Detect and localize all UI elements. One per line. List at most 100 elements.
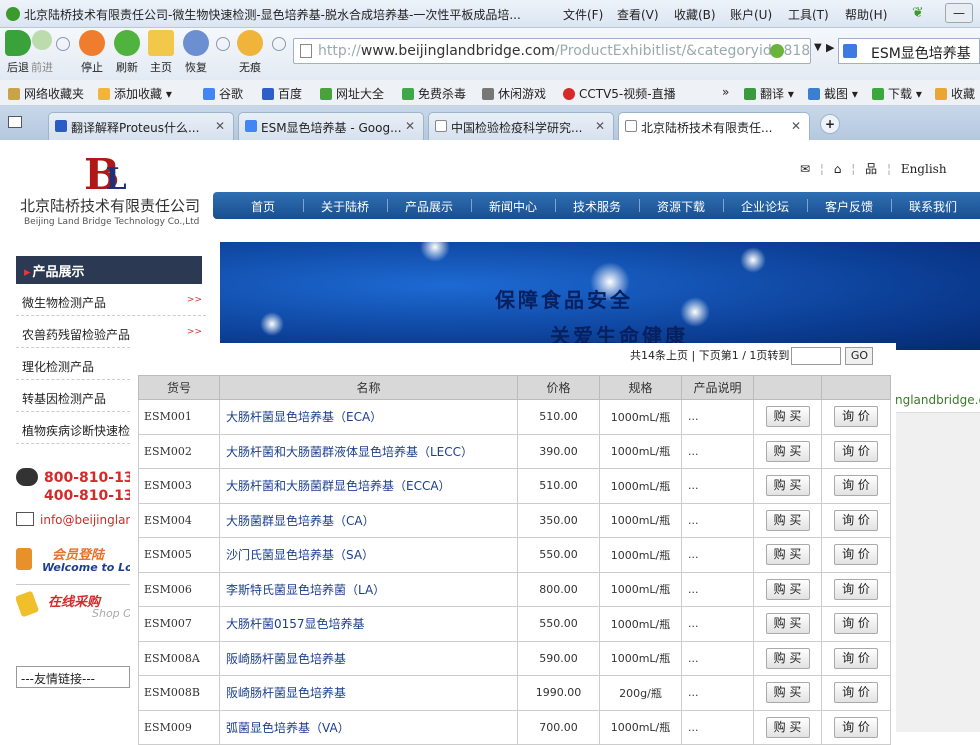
menu-help[interactable]: 帮助(H) <box>845 6 887 23</box>
search-box[interactable]: ESM显色培养基 <box>838 38 980 64</box>
menu-favorites[interactable]: 收藏(B) <box>674 6 716 23</box>
security-shield-icon[interactable] <box>770 44 784 58</box>
nav-contact[interactable]: 联系我们 <box>909 198 957 215</box>
bookmark-item[interactable]: 休闲游戏 <box>482 85 546 102</box>
product-name-link[interactable]: 弧菌显色培养基（VA） <box>219 709 518 745</box>
inquire-button[interactable]: 询 价 <box>834 682 878 704</box>
product-name-link[interactable]: 大肠杆菌和大肠菌群液体显色培养基（LECC） <box>219 433 518 469</box>
online-purchase[interactable]: 在线采购 Shop O <box>16 584 130 624</box>
friend-links-select[interactable]: ---友情链接--- <box>16 666 130 688</box>
inquire-button[interactable]: 询 价 <box>834 475 878 497</box>
skin-icon[interactable]: ❦ <box>912 5 932 21</box>
product-name-link[interactable]: 大肠杆菌0157显色培养基 <box>219 606 518 642</box>
tab-menu-icon[interactable] <box>8 116 22 128</box>
url-dropdown-icon[interactable]: ▼ <box>814 42 822 53</box>
buy-button[interactable]: 购 买 <box>765 682 810 704</box>
minimize-button[interactable]: — <box>945 3 973 23</box>
email-line[interactable]: info@beijinglan <box>16 512 130 527</box>
product-name-link[interactable]: 沙门氏菌显色培养基（SA） <box>219 537 518 573</box>
menu-file[interactable]: 文件(F) <box>563 6 603 23</box>
address-bar[interactable]: http://www.beijinglandbridge.com/Product… <box>293 38 811 64</box>
tab-google-search[interactable]: ESM显色培养基 - Goog... ✕ <box>238 112 424 140</box>
bookmark-item[interactable]: 网络收藏夹 <box>8 85 84 102</box>
stop-button[interactable]: 停止 <box>74 30 110 75</box>
bookmark-item[interactable]: 网址大全 <box>320 85 384 102</box>
nav-feedback[interactable]: 客户反馈 <box>825 198 873 215</box>
tab-proteus[interactable]: 翻译解释Proteus什么... ✕ <box>48 112 234 140</box>
buy-button[interactable]: 购 买 <box>765 475 810 497</box>
product-desc: ... <box>681 537 754 573</box>
bookmark-item[interactable]: 添加收藏 ▾ <box>98 85 172 102</box>
more-bookmarks-icon[interactable]: » <box>722 85 729 99</box>
member-login[interactable]: 会员登陆Welcome to Login <box>16 544 130 576</box>
download-tool[interactable]: 下载 ▾ <box>872 85 922 102</box>
close-tab-icon[interactable]: ✕ <box>405 119 415 133</box>
nav-downloads[interactable]: 资源下载 <box>657 198 705 215</box>
nav-home[interactable]: 首页 <box>251 198 275 215</box>
product-name-link[interactable]: 阪崎肠杆菌显色培养基 <box>219 640 518 676</box>
company-logo[interactable]: BL <box>84 150 127 199</box>
product-spec: 1000mL/瓶 <box>599 640 682 676</box>
mail-icon[interactable]: ✉ <box>800 162 810 176</box>
inquire-button[interactable]: 询 价 <box>834 440 878 462</box>
home-button[interactable]: 主页 <box>143 30 179 75</box>
menu-view[interactable]: 查看(V) <box>617 6 659 23</box>
go-button[interactable]: GO <box>845 347 874 365</box>
inquire-button[interactable]: 询 价 <box>834 578 878 600</box>
inquire-button[interactable]: 询 价 <box>834 406 878 428</box>
product-name-link[interactable]: 大肠杆菌和大肠菌群显色培养基（ECCA） <box>219 468 518 504</box>
menu-tools[interactable]: 工具(T) <box>788 6 829 23</box>
close-tab-icon[interactable]: ✕ <box>791 119 801 133</box>
incognito-button[interactable]: 无痕 <box>232 30 268 75</box>
incognito-dropdown-icon[interactable] <box>272 37 286 51</box>
bookmark-item[interactable]: 免费杀毒 <box>402 85 466 102</box>
screenshot-tool[interactable]: 截图 ▾ <box>808 85 858 102</box>
page-number-input[interactable] <box>791 347 842 365</box>
inquire-button[interactable]: 询 价 <box>834 613 878 635</box>
forward-button[interactable]: 前进 <box>24 30 60 75</box>
product-price: 390.00 <box>517 433 600 469</box>
buy-button[interactable]: 购 买 <box>765 647 810 669</box>
product-name-link[interactable]: 李斯特氏菌显色培养菌（LA） <box>219 571 518 607</box>
nav-tech-service[interactable]: 技术服务 <box>573 198 621 215</box>
inquire-button[interactable]: 询 价 <box>834 509 878 531</box>
close-tab-icon[interactable]: ✕ <box>215 119 225 133</box>
buy-button[interactable]: 购 买 <box>765 440 810 462</box>
product-name-link[interactable]: 大肠杆菌显色培养基（ECA） <box>219 399 518 435</box>
nav-products[interactable]: 产品展示 <box>405 198 453 215</box>
buy-button[interactable]: 购 买 <box>765 544 810 566</box>
product-name-link[interactable]: 阪崎肠杆菌显色培养基 <box>219 675 518 711</box>
product-price: 800.00 <box>517 571 600 607</box>
menu-account[interactable]: 账户(U) <box>730 6 772 23</box>
nav-news[interactable]: 新闻中心 <box>489 198 537 215</box>
favorites-tool[interactable]: 收藏 <box>935 85 975 102</box>
new-tab-icon[interactable]: + <box>820 114 840 134</box>
bookmark-item[interactable]: 百度 <box>262 85 302 102</box>
scissors-icon <box>808 88 820 100</box>
tab-inspection-institute[interactable]: 中国检验检疫科学研究... ✕ <box>428 112 614 140</box>
close-tab-icon[interactable]: ✕ <box>595 119 605 133</box>
home-icon[interactable]: ⌂ <box>834 162 842 176</box>
history-dropdown-icon[interactable] <box>56 37 70 51</box>
sitemap-icon[interactable]: 品 <box>865 162 877 176</box>
tab-landbridge[interactable]: 北京陆桥技术有限责任... ✕ <box>618 112 810 140</box>
buy-button[interactable]: 购 买 <box>765 406 810 428</box>
translate-tool[interactable]: 翻译 ▾ <box>744 85 794 102</box>
nav-about[interactable]: 关于陆桥 <box>321 198 369 215</box>
nav-forum[interactable]: 企业论坛 <box>741 198 789 215</box>
bookmark-item[interactable]: CCTV5-视频-直播 <box>563 85 676 102</box>
restore-button[interactable]: 恢复 <box>178 30 214 75</box>
product-name-link[interactable]: 大肠菌群显色培养基（CA） <box>219 502 518 538</box>
inquire-button[interactable]: 询 价 <box>834 647 878 669</box>
buy-button[interactable]: 购 买 <box>765 509 810 531</box>
english-link[interactable]: English <box>901 162 947 176</box>
refresh-button[interactable]: 刷新 <box>109 30 145 75</box>
buy-button[interactable]: 购 买 <box>765 613 810 635</box>
go-arrow-icon[interactable]: ▶ <box>826 41 834 54</box>
inquire-button[interactable]: 询 价 <box>834 544 878 566</box>
header-ask <box>821 375 891 400</box>
bookmark-item[interactable]: 谷歌 <box>203 85 243 102</box>
restore-dropdown-icon[interactable] <box>216 37 230 51</box>
buy-button[interactable]: 购 买 <box>765 578 810 600</box>
sidebar-item-microbio[interactable]: 微生物检测产品 >> <box>16 285 206 316</box>
